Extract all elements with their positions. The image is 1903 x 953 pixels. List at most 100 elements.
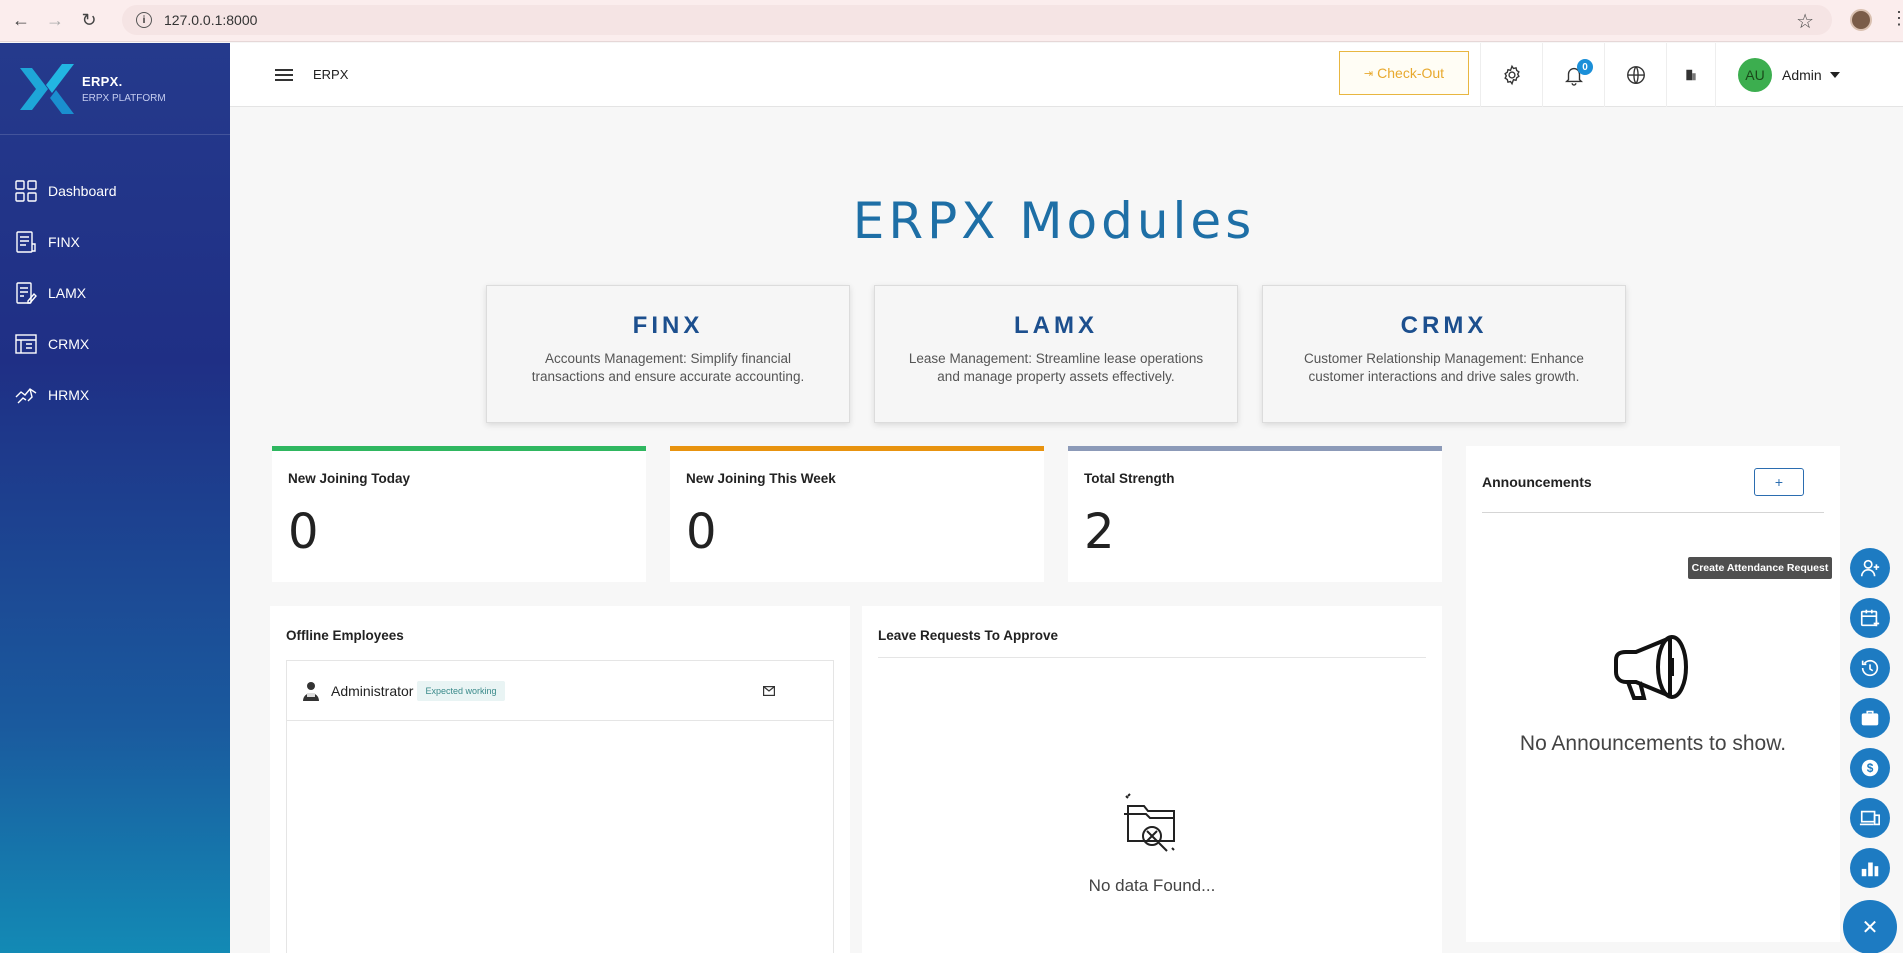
list-item[interactable]: Administrator Expected working (287, 661, 833, 721)
module-title: FINX (632, 312, 704, 339)
status-badge: Expected working (417, 680, 505, 701)
forward-icon[interactable]: → (42, 8, 68, 34)
mail-icon[interactable] (763, 683, 776, 701)
site-info-icon[interactable]: i (136, 12, 152, 28)
create-attendance-request-button[interactable] (1850, 548, 1890, 588)
office-building-icon (1685, 69, 1696, 81)
page-title: ERPX Modules (852, 192, 1256, 250)
brand-subtitle: ERPX PLATFORM (82, 92, 166, 104)
module-description: Accounts Management: Simplify financial … (531, 351, 805, 384)
stat-card-total-strength: Total Strength 2 (1068, 446, 1442, 582)
sidebar-item-label: HRMX (48, 386, 90, 403)
leave-request-button[interactable] (1850, 598, 1890, 638)
megaphone-icon (1614, 635, 1688, 700)
tooltip: Create Attendance Request (1688, 557, 1832, 579)
chart-icon (1861, 862, 1879, 877)
grid-icon (15, 179, 37, 202)
reimbursement-button[interactable]: $ (1850, 748, 1890, 788)
back-icon[interactable]: ← (8, 8, 34, 34)
module-card-finx[interactable]: FINX Accounts Management: Simplify finan… (486, 285, 850, 423)
sidebar-item-label: Dashboard (48, 182, 117, 199)
address-bar[interactable]: i 127.0.0.1:8000 ☆ (122, 5, 1832, 35)
stat-value: 0 (686, 504, 717, 560)
asset-request-button[interactable] (1850, 798, 1890, 838)
company-button[interactable] (1666, 43, 1714, 107)
sidebar-item-label: FINX (48, 233, 80, 250)
stat-value: 0 (288, 504, 319, 560)
browser-toolbar: ← → ↻ i 127.0.0.1:8000 ☆ ⋮ (0, 0, 1903, 42)
module-description: Lease Management: Streamline lease opera… (908, 351, 1204, 384)
browser-profile-avatar[interactable] (1850, 9, 1872, 31)
edit-document-icon (16, 281, 37, 304)
module-title: CRMX (1400, 312, 1488, 339)
divider (878, 657, 1426, 658)
brand-title: ERPX. (82, 73, 123, 89)
offline-employees-panel: Offline Employees Administrator Expected… (270, 606, 850, 953)
top-header: ERPX ⇥ Check-Out 0 AU Admin (230, 43, 1903, 107)
module-title: LAMX (1014, 312, 1098, 339)
user-name: Admin (1782, 67, 1822, 83)
add-announcement-button[interactable]: + (1754, 468, 1804, 496)
stat-card-new-joining-today: New Joining Today 0 (272, 446, 646, 582)
divider (1482, 512, 1824, 513)
chevron-down-icon (1829, 72, 1840, 78)
sidebar-item-hrmx[interactable]: HRMX (0, 369, 230, 420)
checkout-button[interactable]: ⇥ Check-Out (1339, 51, 1469, 95)
briefcase-icon (1861, 710, 1879, 726)
language-button[interactable] (1604, 43, 1666, 107)
reload-icon[interactable]: ↻ (76, 8, 102, 34)
user-add-icon (1860, 559, 1880, 577)
employee-list: Administrator Expected working (286, 660, 834, 953)
stat-card-new-joining-week: New Joining This Week 0 (670, 446, 1044, 582)
gear-icon (1503, 64, 1520, 86)
notifications-button[interactable]: 0 (1542, 43, 1604, 107)
stat-value: 2 (1084, 504, 1115, 560)
module-description: Customer Relationship Management: Enhanc… (1304, 351, 1584, 384)
sidebar-item-dashboard[interactable]: Dashboard (0, 165, 230, 216)
header-title: ERPX (313, 67, 349, 82)
leave-requests-panel: Leave Requests To Approve No data Found.… (862, 606, 1442, 953)
panel-title: Leave Requests To Approve (878, 628, 1059, 643)
browser-menu-icon[interactable]: ⋮ (1890, 8, 1903, 29)
module-card-crmx[interactable]: CRMX Customer Relationship Management: E… (1262, 285, 1626, 423)
user-avatar-icon (303, 681, 319, 701)
handshake-icon (15, 387, 37, 403)
announcements-panel: Announcements No Announcements to show. (1466, 446, 1840, 942)
url-text: 127.0.0.1:8000 (164, 12, 258, 28)
stat-label: New Joining This Week (686, 471, 836, 486)
reports-button[interactable] (1850, 848, 1890, 888)
svg-text:$: $ (1867, 761, 1874, 775)
erpx-logo-icon (20, 63, 74, 114)
calendar-add-icon (1860, 609, 1880, 627)
empty-state-text: No Announcements to show. (1519, 732, 1787, 755)
notification-badge: 0 (1577, 59, 1593, 75)
sidebar-menu: Dashboard FINX LAMX CRMX HRMX (0, 165, 230, 420)
stat-label: Total Strength (1084, 471, 1175, 486)
sidebar-item-lamx[interactable]: LAMX (0, 267, 230, 318)
sidebar-item-label: LAMX (48, 284, 87, 301)
history-button[interactable] (1850, 648, 1890, 688)
sidebar-item-label: CRMX (48, 335, 90, 352)
settings-button[interactable] (1480, 43, 1542, 107)
user-menu[interactable]: AU Admin (1715, 43, 1840, 107)
employee-name[interactable]: Administrator (331, 683, 413, 699)
folder-search-empty-icon (1124, 793, 1175, 852)
checkout-label: Check-Out (1377, 65, 1445, 81)
avatar: AU (1738, 58, 1772, 92)
hamburger-menu-icon[interactable] (275, 66, 293, 84)
building-icon (15, 333, 37, 354)
history-icon (1861, 659, 1879, 677)
work-type-button[interactable] (1850, 698, 1890, 738)
bookmark-star-icon[interactable]: ☆ (1796, 9, 1814, 34)
sidebar-item-finx[interactable]: FINX (0, 216, 230, 267)
brand[interactable]: ERPX. ERPX PLATFORM (0, 43, 230, 135)
close-icon: ✕ (1861, 916, 1879, 939)
exit-icon: ⇥ (1363, 67, 1374, 80)
empty-state-text: No data Found... (1088, 876, 1216, 895)
sidebar: ERPX. ERPX PLATFORM Dashboard FINX LAMX (0, 43, 230, 953)
stat-label: New Joining Today (288, 471, 411, 486)
close-quick-actions-button[interactable]: ✕ (1843, 900, 1897, 953)
sidebar-item-crmx[interactable]: CRMX (0, 318, 230, 369)
dollar-icon: $ (1861, 759, 1879, 777)
module-card-lamx[interactable]: LAMX Lease Management: Streamline lease … (874, 285, 1238, 423)
